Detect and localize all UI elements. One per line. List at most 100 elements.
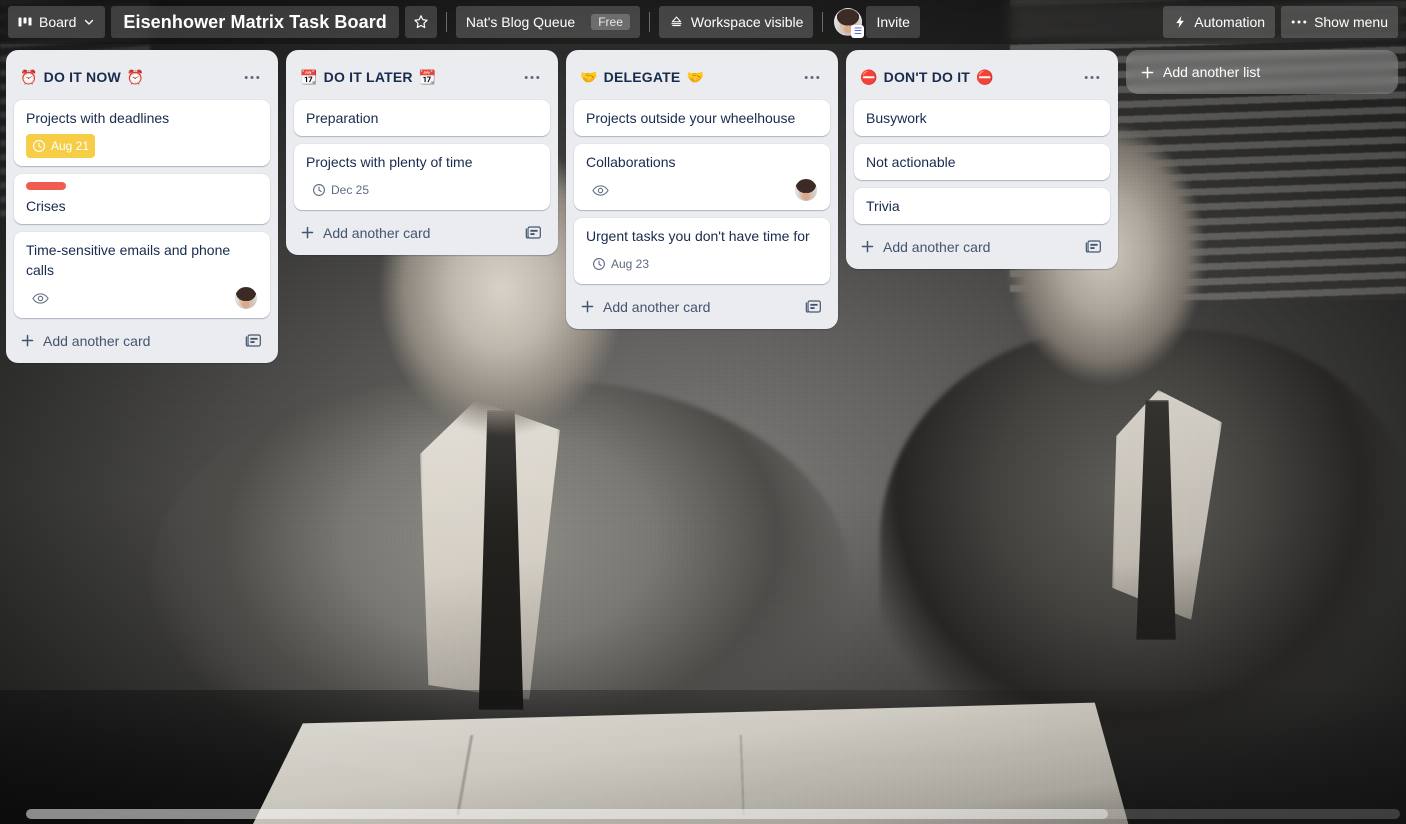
list-cards: Projects outside your wheelhouse Collabor… [574, 100, 830, 284]
list-emoji-right-icon: ⏰ [126, 69, 145, 85]
clock-icon [32, 139, 46, 153]
board-visibility-label: Workspace visible [690, 14, 804, 30]
add-card-label: Add another card [603, 298, 711, 315]
board-card[interactable]: Preparation [294, 100, 550, 136]
board-horizontal-scrollbar[interactable] [0, 809, 1406, 819]
invite-label: Invite [876, 14, 910, 30]
header-divider-1 [445, 12, 447, 32]
card-members [794, 178, 818, 202]
add-card-button[interactable]: Add another card [574, 292, 830, 321]
eye-icon [32, 292, 49, 305]
avatar[interactable] [794, 178, 818, 202]
card-badges: Dec 25 [306, 178, 538, 202]
list-emoji-left-icon: 🤝 [580, 69, 598, 85]
ellipsis-icon [804, 75, 820, 80]
card-badges [26, 286, 258, 310]
add-card-label: Add another card [43, 332, 151, 349]
list-header: ⏰ DO IT NOW ⏰ [14, 58, 270, 100]
workspace-name-button[interactable]: Nat's Blog Queue Free [455, 6, 640, 38]
list-actions-button[interactable] [798, 64, 826, 90]
list-emoji-right-icon: 🤝 [686, 69, 705, 85]
header-divider-2 [648, 12, 650, 32]
list-title[interactable]: ⛔ DON'T DO IT ⛔ [860, 69, 1072, 85]
add-card-label-group: Add another card [860, 239, 990, 255]
card-due-date-badge[interactable]: Aug 21 [26, 134, 96, 158]
chevron-down-icon [83, 16, 95, 28]
list-title[interactable]: 📆 DO IT LATER 📆 [300, 69, 512, 85]
automation-label: Automation [1194, 14, 1266, 30]
list-actions-button[interactable] [1078, 64, 1106, 90]
avatar[interactable] [234, 286, 258, 310]
invite-button[interactable]: Invite [866, 6, 920, 38]
board-card[interactable]: Crises [14, 174, 270, 224]
board-list: ⛔ DON'T DO IT ⛔ Busywork Not actionable Trivi… [846, 50, 1118, 269]
board-visibility-button[interactable]: Workspace visible [658, 6, 814, 38]
plus-icon [300, 225, 315, 240]
avatar-status-badge: ☰ [851, 25, 865, 38]
plus-icon [580, 299, 595, 314]
board-card[interactable]: Trivia [854, 188, 1110, 224]
board-icon [18, 15, 32, 29]
header-divider-3 [822, 12, 824, 32]
automation-button[interactable]: Automation [1163, 6, 1276, 38]
list-title[interactable]: ⏰ DO IT NOW ⏰ [20, 69, 232, 85]
list-title-label: DON'T DO IT [883, 69, 971, 85]
card-title: Projects with plenty of time [306, 154, 473, 170]
card-watching-badge[interactable] [26, 286, 55, 310]
add-card-button[interactable]: Add another card [14, 326, 270, 355]
card-title: Busywork [866, 110, 927, 126]
card-badges [586, 178, 818, 202]
card-template-icon[interactable] [805, 298, 822, 315]
add-card-button[interactable]: Add another card [294, 218, 550, 247]
board-card[interactable]: Not actionable [854, 144, 1110, 180]
board-lists-container: ⏰ DO IT NOW ⏰ Projects with deadlines Aug 21… [0, 44, 1406, 824]
add-card-label: Add another card [883, 238, 991, 255]
scrollbar-thumb[interactable] [26, 809, 1108, 819]
board-switcher-button[interactable]: Board [8, 6, 106, 38]
avatar[interactable]: ☰ [834, 8, 865, 38]
list-actions-button[interactable] [518, 64, 546, 90]
list-emoji-left-icon: ⛔ [860, 69, 878, 85]
lightning-icon [1173, 15, 1187, 29]
star-board-button[interactable] [404, 6, 437, 38]
clock-icon [312, 183, 326, 197]
card-title: Projects outside your wheelhouse [586, 110, 796, 126]
workspace-visible-icon [669, 15, 684, 30]
board-card[interactable]: Time-sensitive emails and phone calls [14, 232, 270, 318]
board-card[interactable]: Busywork [854, 100, 1110, 136]
board-card[interactable]: Projects with deadlines Aug 21 [14, 100, 270, 166]
board-header-bar: Board Eisenhower Matrix Task Board Nat's… [0, 0, 1406, 44]
card-template-icon[interactable] [245, 332, 262, 349]
plus-icon [860, 239, 875, 254]
show-menu-button[interactable]: Show menu [1281, 6, 1398, 38]
card-template-icon[interactable] [1085, 238, 1102, 255]
card-watching-badge[interactable] [586, 178, 615, 202]
list-header: 📆 DO IT LATER 📆 [294, 58, 550, 100]
card-due-date-badge[interactable]: Dec 25 [306, 178, 375, 202]
list-title[interactable]: 🤝 DELEGATE 🤝 [580, 69, 792, 85]
list-header: 🤝 DELEGATE 🤝 [574, 58, 830, 100]
card-due-date-label: Dec 25 [331, 183, 370, 197]
add-card-label: Add another card [323, 224, 431, 241]
ellipsis-icon [524, 75, 540, 80]
header-right-group: Automation Show menu [1163, 6, 1398, 38]
board-card[interactable]: Projects outside your wheelhouse [574, 100, 830, 136]
page-title[interactable]: Eisenhower Matrix Task Board [111, 6, 399, 38]
card-template-icon[interactable] [525, 224, 542, 241]
card-label-chip[interactable] [26, 182, 66, 190]
ellipsis-icon [1084, 75, 1100, 80]
plus-icon [1140, 65, 1155, 80]
add-card-button[interactable]: Add another card [854, 232, 1110, 261]
board-card[interactable]: Urgent tasks you don't have time for Aug … [574, 218, 830, 284]
card-badges: Aug 21 [26, 134, 258, 158]
board-card[interactable]: Collaborations [574, 144, 830, 210]
card-due-date-label: Aug 21 [51, 139, 90, 153]
star-icon [413, 14, 429, 30]
add-list-button[interactable]: Add another list [1126, 50, 1398, 94]
list-actions-button[interactable] [238, 64, 266, 90]
list-emoji-left-icon: 📆 [300, 69, 318, 85]
add-list-label: Add another list [1163, 64, 1261, 80]
card-due-date-badge[interactable]: Aug 23 [586, 252, 655, 276]
board-card[interactable]: Projects with plenty of time Dec 25 [294, 144, 550, 210]
card-title: Crises [26, 198, 66, 214]
